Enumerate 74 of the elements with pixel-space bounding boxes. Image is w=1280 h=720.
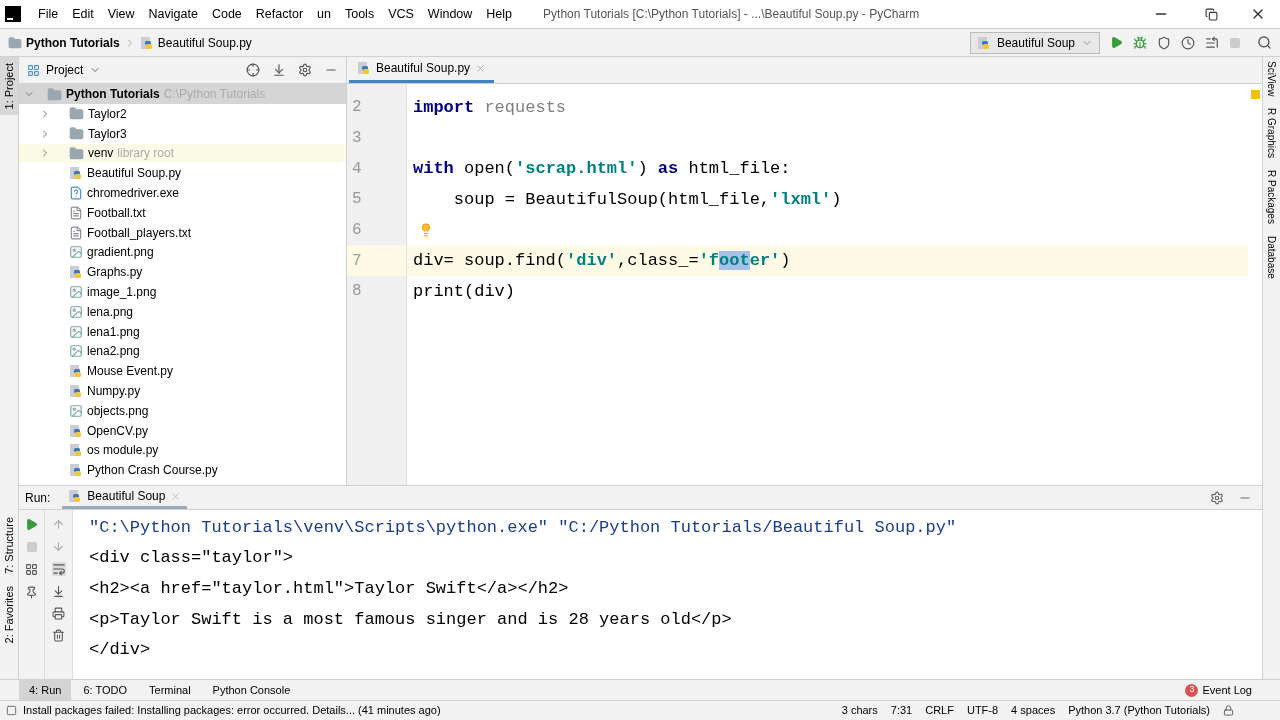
run-tab[interactable]: Beautiful Soup: [62, 486, 188, 509]
tree-item[interactable]: lena.png: [19, 301, 346, 322]
tree-item[interactable]: Taylor2: [19, 104, 346, 124]
tree-item[interactable]: gradient.png: [19, 242, 346, 263]
panel-title: Run:: [25, 489, 51, 507]
tool-window-tab[interactable]: Database: [1264, 236, 1279, 280]
menu-item[interactable]: File: [31, 4, 66, 24]
tree-item[interactable]: chromedriver.exe: [19, 183, 346, 203]
tool-window-tab[interactable]: SciView: [1264, 61, 1279, 97]
menu-item[interactable]: Tools: [337, 4, 382, 24]
run-config-dropdown[interactable]: Beautiful Soup: [969, 31, 1100, 54]
code-line: soup = BeautifulSoup(html_file,'lxml'): [452, 188, 842, 211]
tree-item[interactable]: lena2.png: [19, 341, 346, 362]
code-line: with open('scrap.html') as html_file:: [413, 157, 791, 180]
menu-item[interactable]: View: [100, 4, 142, 24]
menu-item[interactable]: Help: [479, 4, 520, 24]
line-number: 2: [351, 97, 363, 119]
console-line: "C:\Python Tutorials\venv\Scripts\python.exe" "C:/Python Tutorials/Beautiful Soup.py": [89, 516, 957, 539]
tree-item[interactable]: Python Crash Course.py: [19, 460, 346, 481]
menu-item[interactable]: Window: [420, 4, 480, 24]
tree-item[interactable]: Mouse Event.py: [19, 361, 346, 382]
code-line: import requests: [413, 96, 567, 119]
tree-item[interactable]: Football_players.txt: [19, 222, 346, 243]
menu-item[interactable]: Navigate: [141, 4, 205, 24]
code-line: div= soup.find('div',class_='footer'): [413, 250, 791, 273]
tool-tab[interactable]: 6: TODO: [73, 680, 138, 700]
window-title: Python Tutorials [C:\Python Tutorials] - ...\Beautiful Soup.py - PyCharm: [543, 6, 920, 23]
console-line: </div>: [89, 639, 151, 662]
menu-item[interactable]: Edit: [65, 4, 101, 24]
status-item[interactable]: 7:31: [890, 702, 913, 719]
tool-tab[interactable]: 4: Run: [19, 680, 72, 700]
tool-window-tab[interactable]: 7: Structure: [0, 510, 18, 580]
tool-window-tab[interactable]: 2: Favorites: [0, 579, 18, 649]
line-number: 7: [347, 245, 406, 277]
tool-window-tab[interactable]: R Graphics: [1264, 108, 1279, 159]
tree-item[interactable]: image_1.png: [19, 282, 346, 302]
menu-item[interactable]: Refactor: [248, 4, 311, 24]
tree-item[interactable]: Graphs.py: [19, 262, 346, 283]
tree-item[interactable]: venv library root: [19, 143, 346, 164]
menu-item[interactable]: Code: [204, 4, 249, 24]
status-message[interactable]: Install packages failed: Installing packages: error occurred. Details... (41 minutes ago): [23, 702, 441, 719]
line-number: 5: [351, 189, 363, 211]
line-number: 6: [351, 220, 363, 242]
tree-item[interactable]: objects.png: [19, 400, 346, 421]
line-number: 4: [351, 158, 363, 180]
panel-title[interactable]: Project: [46, 61, 84, 79]
tree-item[interactable]: Football.txt: [19, 203, 346, 223]
tree-item[interactable]: Numpy.py: [19, 381, 346, 401]
status-item[interactable]: UTF-8: [966, 702, 999, 719]
tree-item[interactable]: lena1.png: [19, 321, 346, 342]
tool-tab[interactable]: Python Console: [202, 680, 301, 700]
tree-item[interactable]: OpenCV.py: [19, 420, 346, 441]
status-item[interactable]: CRLF: [925, 702, 954, 719]
tool-window-tab[interactable]: R Packages: [1264, 170, 1279, 225]
tree-item[interactable]: Beautiful Soup.py: [19, 163, 346, 184]
line-number: 8: [351, 281, 363, 303]
status-item[interactable]: 3 chars: [841, 702, 878, 719]
breadcrumb[interactable]: Python Tutorials: [26, 33, 120, 52]
breadcrumb[interactable]: Beautiful Soup.py: [157, 33, 252, 52]
status-item[interactable]: 4 spaces: [1011, 702, 1056, 719]
line-number: 3: [351, 128, 363, 150]
menu-item[interactable]: un: [310, 4, 338, 24]
tool-window-tab[interactable]: 1: Project: [0, 57, 18, 116]
console-line: <p>Taylor Swift is a most famous singer and is 28 years old</p>: [89, 608, 732, 631]
event-log-link[interactable]: Event Log: [1202, 681, 1252, 699]
console-line: <div class="taylor">: [89, 547, 294, 570]
console-line: <h2><a href="taylor.html">Taylor Swift</a></h2>: [89, 577, 569, 600]
tree-item[interactable]: os module.py: [19, 440, 346, 461]
code-line: print(div): [413, 280, 516, 303]
tree-item[interactable]: Taylor3: [19, 123, 346, 144]
menu-item[interactable]: VCS: [381, 4, 421, 24]
tool-tab[interactable]: Terminal: [139, 680, 201, 700]
event-count-badge: 3: [1185, 683, 1199, 697]
status-item[interactable]: Python 3.7 (Python Tutorials): [1068, 702, 1210, 719]
